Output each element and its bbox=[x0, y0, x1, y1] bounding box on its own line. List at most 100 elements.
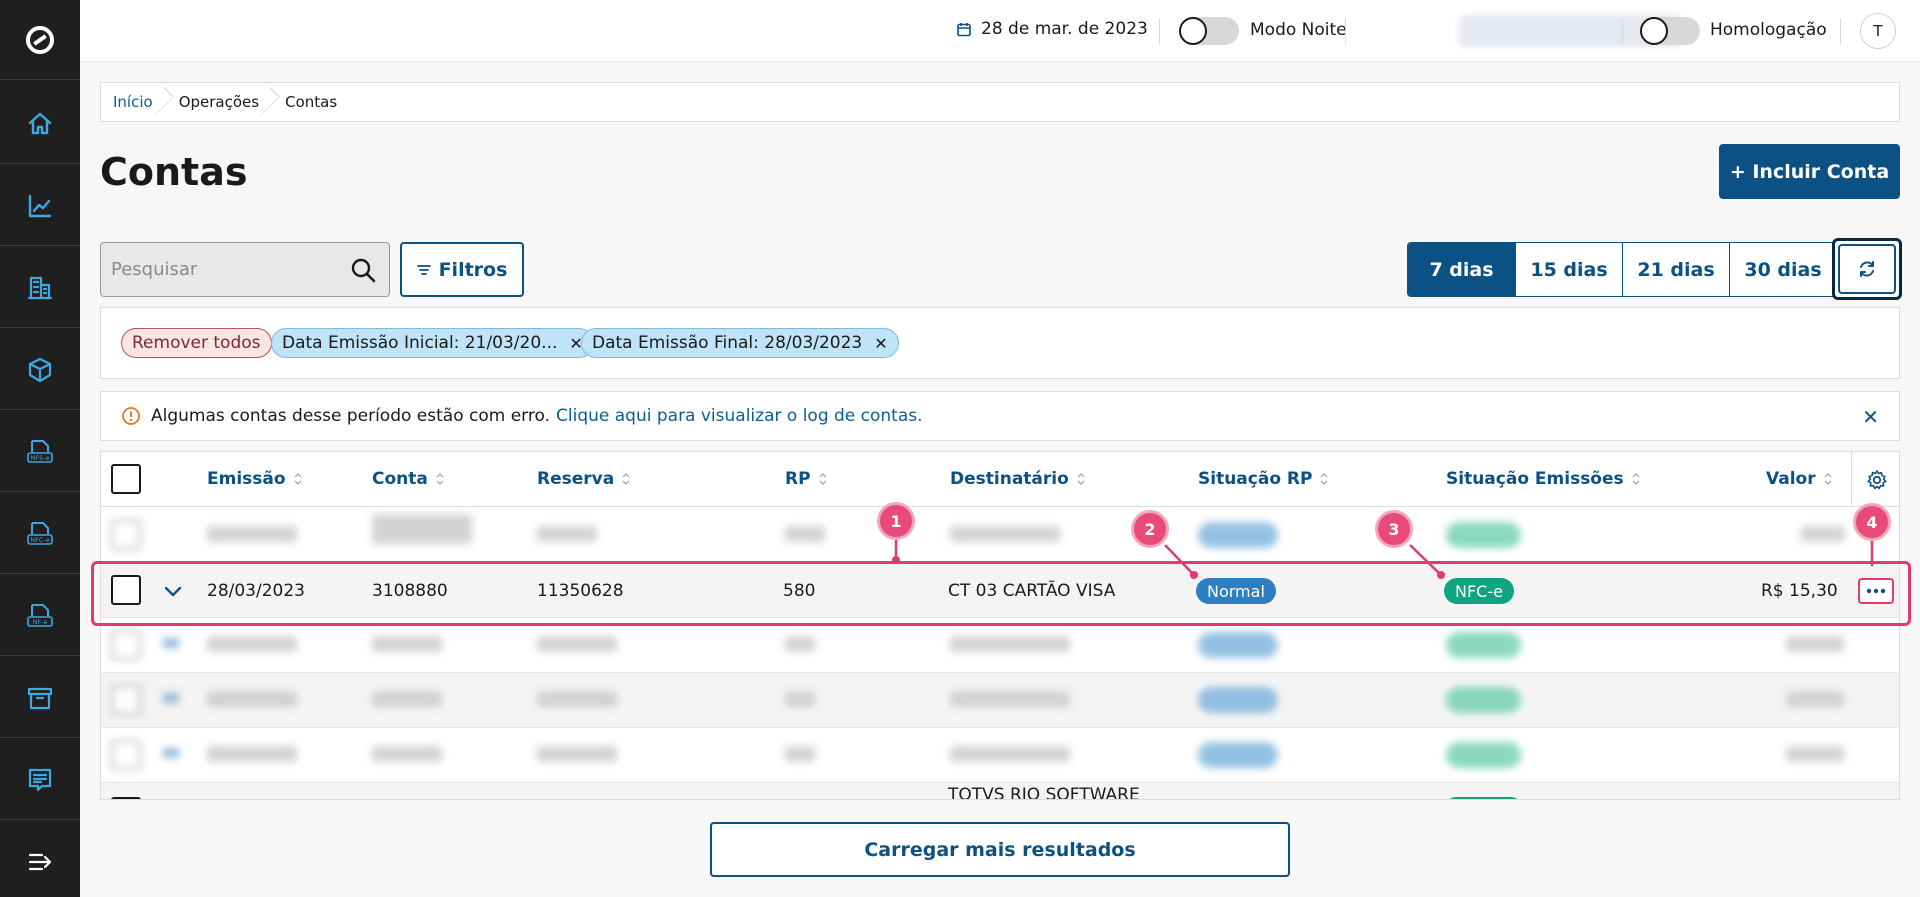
remove-all-filters[interactable]: Remover todos bbox=[121, 328, 272, 358]
search-input[interactable] bbox=[111, 243, 341, 296]
avatar[interactable]: T bbox=[1860, 13, 1896, 49]
column-conta[interactable]: Conta bbox=[372, 469, 444, 489]
period-7-days[interactable]: 7 dias bbox=[1408, 243, 1515, 296]
nfe-icon: NF-e bbox=[27, 603, 53, 627]
column-label: Emissão bbox=[207, 469, 286, 489]
report-icon bbox=[28, 768, 52, 791]
close-icon[interactable]: ✕ bbox=[1862, 405, 1879, 429]
archive-icon bbox=[27, 687, 53, 709]
filters-label: Filtros bbox=[438, 258, 508, 281]
column-valor[interactable]: Valor bbox=[1766, 469, 1832, 489]
warning-icon bbox=[122, 407, 140, 425]
divider bbox=[1622, 18, 1623, 44]
sidebar-item-nfe[interactable]: NF-e bbox=[0, 576, 80, 656]
close-icon[interactable]: ✕ bbox=[874, 334, 887, 353]
sidebar-item-home[interactable] bbox=[0, 84, 80, 164]
divider bbox=[1345, 18, 1346, 44]
column-rp[interactable]: RP bbox=[785, 469, 827, 489]
sort-icon bbox=[1320, 473, 1328, 485]
sidebar-item-reports[interactable] bbox=[0, 740, 80, 820]
load-more-button[interactable]: Carregar mais resultados bbox=[710, 822, 1290, 877]
cell-destinatario: CT 03 CARTÃO VISA bbox=[948, 581, 1116, 601]
breadcrumb-operations[interactable]: Operações bbox=[167, 82, 273, 122]
logo-icon[interactable] bbox=[0, 0, 80, 80]
column-label: RP bbox=[785, 469, 811, 489]
sidebar-item-companies[interactable] bbox=[0, 248, 80, 328]
search-box bbox=[100, 242, 390, 297]
column-label: Reserva bbox=[537, 469, 615, 489]
column-reserva[interactable]: Reserva bbox=[537, 469, 630, 489]
breadcrumb-current: Contas bbox=[285, 93, 338, 111]
row-checkbox[interactable] bbox=[111, 685, 141, 715]
search-icon[interactable] bbox=[349, 256, 377, 284]
column-label: Situação RP bbox=[1198, 469, 1313, 489]
column-emissao[interactable]: Emissão bbox=[207, 469, 302, 489]
annotation-marker-1: 1 bbox=[877, 502, 915, 540]
sidebar-expand[interactable] bbox=[0, 822, 80, 897]
select-all-checkbox[interactable] bbox=[111, 464, 141, 494]
sidebar-item-nfse[interactable]: NFS-e bbox=[0, 412, 80, 492]
column-settings[interactable] bbox=[1851, 452, 1899, 507]
column-situacao-rp[interactable]: Situação RP bbox=[1198, 469, 1328, 489]
svg-text:NF-e: NF-e bbox=[33, 618, 48, 626]
table-row[interactable] bbox=[101, 728, 1899, 783]
table-row[interactable]: 28/03/2023 3108880 11350628 580 CT 03 CA… bbox=[101, 563, 1899, 618]
table-row[interactable] bbox=[101, 673, 1899, 728]
column-destinatario[interactable]: Destinatário bbox=[950, 469, 1085, 489]
period-30-days[interactable]: 30 dias bbox=[1729, 243, 1836, 296]
breadcrumb-home[interactable]: Início bbox=[101, 82, 167, 122]
emission-badge: NFC-e bbox=[1444, 578, 1514, 604]
table-row[interactable]: TOTVS RIO SOFTWARE bbox=[101, 783, 1899, 799]
refresh-button[interactable] bbox=[1832, 238, 1902, 300]
cell-emissao: 28/03/2023 bbox=[207, 581, 305, 601]
home-icon bbox=[28, 112, 52, 134]
row-checkbox[interactable] bbox=[111, 630, 141, 660]
annotation-marker-3: 3 bbox=[1375, 510, 1413, 548]
row-checkbox[interactable] bbox=[111, 740, 141, 770]
box-icon bbox=[28, 357, 52, 382]
chevron-down-icon[interactable] bbox=[163, 581, 183, 601]
sidebar-item-dashboard[interactable] bbox=[0, 166, 80, 246]
period-selector: 7 dias 15 dias 21 dias 30 dias bbox=[1407, 242, 1837, 297]
column-situacao-emissoes[interactable]: Situação Emissões bbox=[1446, 469, 1640, 489]
night-mode-label: Modo Noite bbox=[1250, 20, 1347, 40]
sort-icon bbox=[294, 473, 302, 485]
building-icon bbox=[27, 276, 53, 299]
sidebar: NFS-e NFC-e NF-e bbox=[0, 0, 80, 897]
column-label: Destinatário bbox=[950, 469, 1069, 489]
sidebar-item-nfce[interactable]: NFC-e bbox=[0, 494, 80, 574]
calendar-icon bbox=[957, 22, 971, 36]
filters-button[interactable]: Filtros bbox=[400, 242, 524, 297]
divider bbox=[1159, 18, 1160, 44]
table-row[interactable] bbox=[101, 618, 1899, 673]
column-label: Situação Emissões bbox=[1446, 469, 1624, 489]
breadcrumb: Início Operações Contas bbox=[100, 82, 1900, 122]
refresh-icon bbox=[1860, 261, 1874, 277]
row-checkbox[interactable] bbox=[111, 797, 141, 799]
sort-icon bbox=[1632, 473, 1640, 485]
add-account-button[interactable]: + Incluir Conta bbox=[1719, 144, 1900, 199]
table-row[interactable] bbox=[101, 508, 1899, 563]
alert-text: Algumas contas desse período estão com e… bbox=[151, 406, 550, 426]
row-checkbox[interactable] bbox=[111, 575, 141, 605]
status-badge: Normal bbox=[1196, 578, 1276, 604]
alert-log-link[interactable]: Clique aqui para visualizar o log de con… bbox=[556, 406, 923, 426]
filter-chip-start-date: Data Emissão Inicial: 21/03/20... ✕ bbox=[271, 328, 594, 358]
cell-valor: R$ 15,30 bbox=[1761, 581, 1838, 601]
sidebar-item-archive[interactable] bbox=[0, 658, 80, 738]
homologation-toggle[interactable] bbox=[1640, 17, 1700, 45]
accounts-table: Emissão Conta Reserva RP Destinatário Si… bbox=[100, 451, 1900, 800]
column-label: Valor bbox=[1766, 469, 1816, 489]
gear-icon bbox=[1866, 469, 1887, 489]
nfce-icon: NFC-e bbox=[27, 521, 53, 545]
row-checkbox[interactable] bbox=[111, 520, 141, 550]
sort-icon bbox=[622, 473, 630, 485]
period-15-days[interactable]: 15 dias bbox=[1515, 243, 1622, 296]
cell-conta: 3108880 bbox=[372, 581, 448, 601]
row-actions-button[interactable] bbox=[1858, 578, 1894, 604]
filter-chip-label: Data Emissão Final: 28/03/2023 bbox=[592, 333, 863, 353]
add-account-label: + Incluir Conta bbox=[1729, 160, 1890, 183]
night-mode-toggle[interactable] bbox=[1179, 17, 1239, 45]
period-21-days[interactable]: 21 dias bbox=[1622, 243, 1729, 296]
sidebar-item-products[interactable] bbox=[0, 330, 80, 410]
